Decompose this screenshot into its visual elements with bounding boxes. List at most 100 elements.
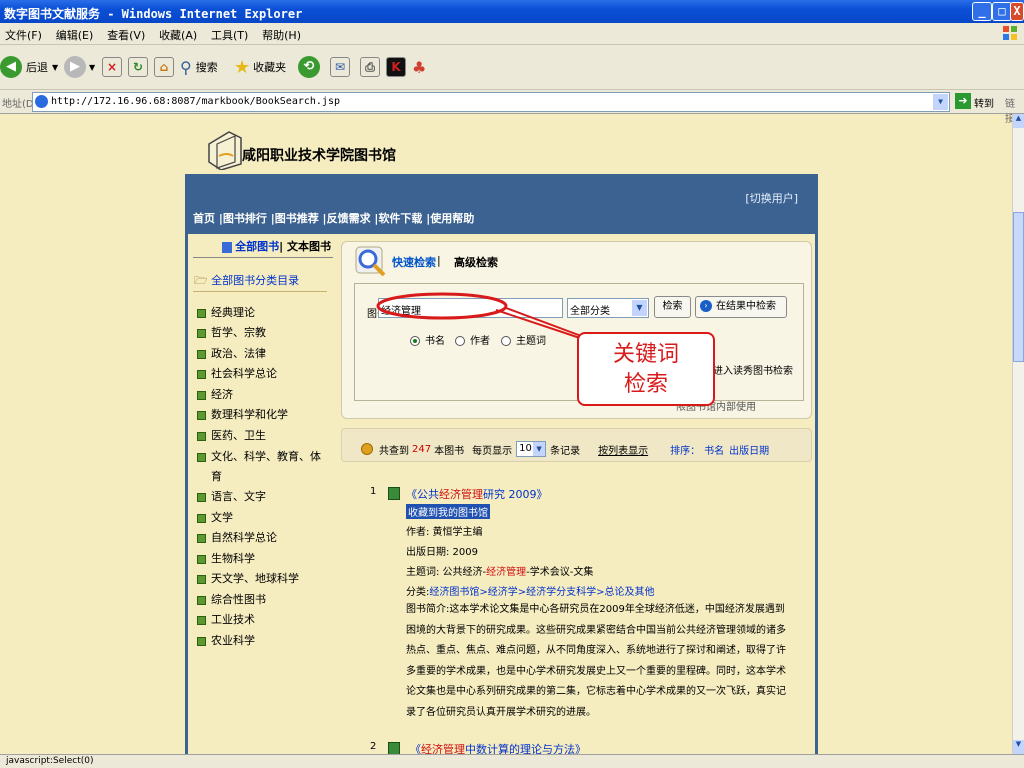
refresh-button[interactable]: ↻ [128, 53, 148, 81]
category-item[interactable]: 医药、卫生 [197, 427, 266, 443]
result-count: 247 [412, 443, 432, 455]
nav-feedback[interactable]: 反馈需求 [327, 212, 371, 225]
search-button[interactable]: 检索 [654, 296, 691, 318]
print-button[interactable]: ⎙ [360, 53, 380, 81]
result-date: 出版日期: 2009 [406, 547, 478, 558]
per-page-label: 每页显示 [472, 445, 513, 457]
result-summary: 图书简介:这本学术论文集是中心各研究员在2009年全球经济低迷，中国经济发展遇到… [406, 604, 786, 718]
category-label: 综合性图书 [211, 593, 266, 606]
scroll-thumb[interactable] [1013, 212, 1024, 362]
category-item[interactable]: 数理科学和化学 [197, 406, 288, 422]
category-item[interactable]: 生物科学 [197, 550, 255, 566]
nav-help[interactable]: 使用帮助 [430, 212, 474, 225]
address-bar: 地址(D) http://172.16.96.68:8087/markbook/… [0, 90, 1024, 125]
addon-button[interactable]: K [386, 53, 406, 81]
tab-text-books[interactable]: 文本图书 [287, 240, 331, 253]
back-label: 后退 [26, 61, 48, 74]
history-button[interactable]: ⟲ [298, 53, 320, 81]
stop-icon: × [102, 57, 122, 77]
menu-help[interactable]: 帮助(H) [262, 29, 301, 42]
category-bullet-icon [197, 615, 206, 625]
print-icon: ⎙ [360, 57, 380, 77]
page-icon [35, 95, 48, 108]
vertical-scrollbar[interactable]: ▲ ▼ [1012, 114, 1024, 754]
nav-ranking[interactable]: 图书排行 [223, 212, 267, 225]
menu-file[interactable]: 文件(F) [5, 29, 42, 42]
category-item[interactable]: 语言、文字 [197, 488, 266, 504]
excellent-search-link[interactable]: 进入读秀图书检索 [713, 362, 793, 377]
info-dot-icon [361, 443, 373, 455]
category-bullet-icon [197, 533, 206, 543]
sort-by-date-link[interactable]: 出版日期 [729, 442, 769, 457]
address-input[interactable]: http://172.16.96.68:8087/markbook/BookSe… [32, 92, 950, 112]
result-title-link[interactable]: 《公共经济管理研究 2009》 [406, 486, 548, 502]
maximize-button[interactable]: □ [992, 2, 1012, 21]
category-item[interactable]: 政治、法律 [197, 345, 266, 361]
result-number: 2 [370, 741, 377, 752]
found-prefix: 共查到 [379, 445, 409, 457]
address-dropdown-icon[interactable]: ▼ [933, 94, 948, 110]
category-bullet-icon [197, 492, 206, 502]
title-highlight: 经济管理 [439, 488, 483, 501]
category-item[interactable]: 经典理论 [197, 304, 255, 320]
category-bullet-icon [197, 410, 206, 420]
category-item-wrap[interactable]: 育 [211, 468, 222, 484]
category-label: 农业科学 [211, 634, 255, 647]
result-classification: 分类:经济图书馆>经济学>经济学分支科学>总论及其他 [406, 583, 655, 598]
people-button[interactable]: ♣ [412, 53, 426, 81]
category-item[interactable]: 文化、科学、教育、体 [197, 448, 321, 464]
per-page-select[interactable]: 10 ▼ [516, 441, 547, 457]
tab-quick-search[interactable]: 快速检索 [392, 254, 436, 270]
category-item[interactable]: 经济 [197, 386, 233, 402]
menu-tools[interactable]: 工具(T) [211, 29, 248, 42]
category-bullet-icon [197, 390, 206, 400]
category-bullet-icon [197, 369, 206, 379]
category-item[interactable]: 天文学、地球科学 [197, 570, 299, 586]
nav-download[interactable]: 软件下载 [378, 212, 422, 225]
folder-open-icon: 🗁 [194, 274, 208, 287]
search-button[interactable]: ⚲ 搜索 [180, 53, 218, 81]
window-title-bar[interactable]: 数字图书文献服务 - Windows Internet Explorer _ □… [0, 0, 1024, 23]
category-root[interactable]: 🗁 全部图书分类目录 [194, 272, 299, 291]
category-bullet-icon [197, 554, 206, 564]
category-item[interactable]: 哲学、宗教 [197, 324, 266, 340]
url-text: http://172.16.96.68:8087/markbook/BookSe… [51, 96, 340, 107]
category-label: 文化、科学、教育、体 [211, 450, 321, 463]
tab-separator: | [437, 254, 441, 267]
close-button[interactable]: X [1010, 2, 1024, 21]
category-item[interactable]: 综合性图书 [197, 591, 266, 607]
search-in-results-button[interactable]: › 在结果中检索 [695, 296, 787, 318]
forward-button[interactable]: ▶ ▼ [64, 53, 95, 81]
menu-view[interactable]: 查看(V) [107, 29, 145, 42]
home-button[interactable]: ⌂ [154, 53, 174, 81]
category-item[interactable]: 自然科学总论 [197, 529, 277, 545]
sort-by-title-link[interactable]: 书名 [704, 442, 724, 457]
callout-box: 关键词 检索 [577, 332, 715, 406]
category-item[interactable]: 农业科学 [197, 632, 255, 648]
go-button[interactable]: 转到 [974, 95, 994, 110]
list-view-link[interactable]: 按列表显示 [598, 442, 648, 457]
class-path-link[interactable]: 经济图书馆>经济学>经济学分支科学>总论及其他 [429, 587, 654, 598]
add-to-my-library-link[interactable]: 收藏到我的图书馆 [406, 504, 490, 519]
scroll-down-icon[interactable]: ▼ [1013, 740, 1024, 754]
tab-advanced-search[interactable]: 高级检索 [454, 254, 498, 270]
category-bullet-icon [197, 431, 206, 441]
callout-pointer [376, 292, 593, 360]
nav-recommend[interactable]: 图书推荐 [275, 212, 319, 225]
menu-favorites[interactable]: 收藏(A) [159, 29, 197, 42]
menu-edit[interactable]: 编辑(E) [56, 29, 94, 42]
scroll-up-icon[interactable]: ▲ [1013, 114, 1024, 128]
mail-button[interactable]: ✉ [330, 53, 350, 81]
back-button[interactable]: ◀ 后退 ▼ [0, 53, 58, 81]
switch-user-link[interactable]: [切换用户] [745, 190, 798, 206]
category-item[interactable]: 文学 [197, 509, 233, 525]
go-arrow-icon[interactable]: ➜ [955, 93, 971, 109]
minimize-button[interactable]: _ [972, 2, 992, 21]
stop-button[interactable]: × [102, 53, 122, 81]
category-item[interactable]: 社会科学总论 [197, 365, 277, 381]
nav-home[interactable]: 首页 [193, 212, 215, 225]
category-item[interactable]: 工业技术 [197, 611, 255, 627]
tab-all-books[interactable]: 全部图书 [235, 240, 279, 253]
favorites-button[interactable]: ★ 收藏夹 [234, 53, 286, 81]
category-label: 经济 [211, 388, 233, 401]
